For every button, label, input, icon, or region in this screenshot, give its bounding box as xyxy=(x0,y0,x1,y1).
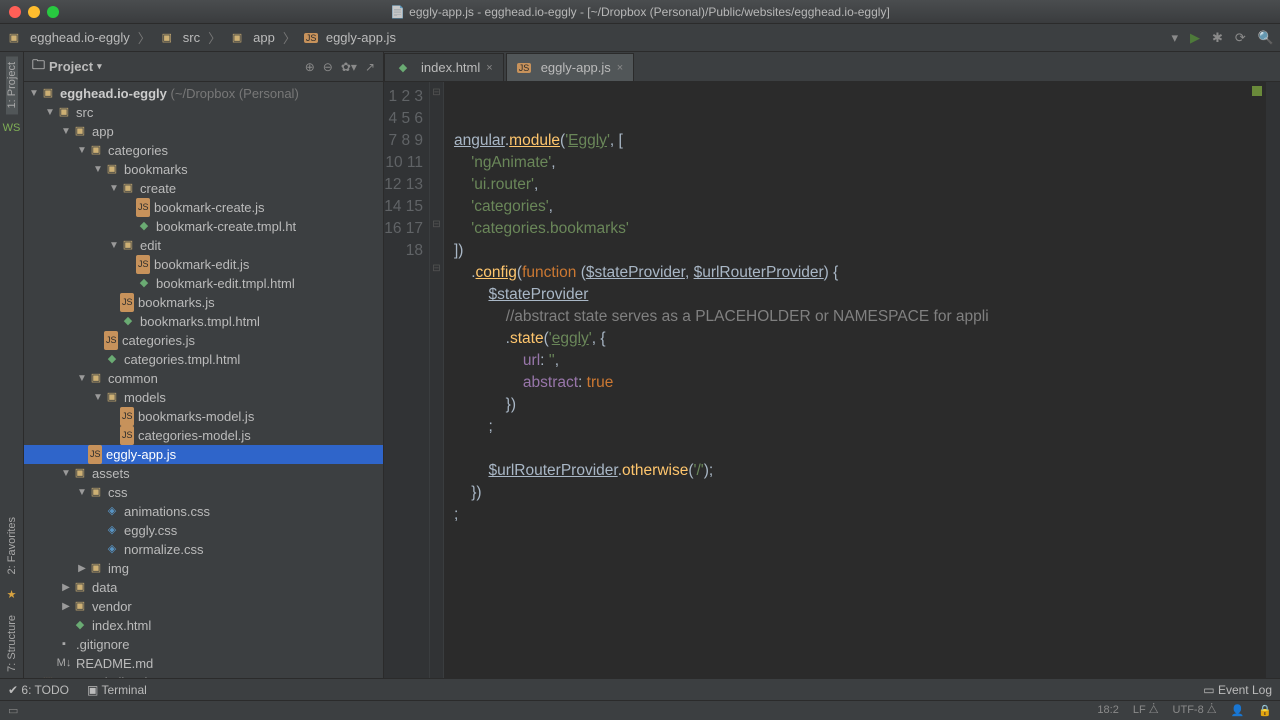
tree-folder[interactable]: ▶▣img xyxy=(24,559,383,578)
cursor-position: 18:2 xyxy=(1097,704,1118,717)
config-dropdown[interactable]: ▾ xyxy=(1171,30,1178,46)
tree-file-selected[interactable]: JSeggly-app.js xyxy=(24,445,383,464)
editor-area: ◆index.html× JSeggly-app.js× 1 2 3 4 5 6… xyxy=(384,52,1280,678)
tree-file[interactable]: JScategories.js xyxy=(24,331,383,350)
tree-folder[interactable]: ▼▣src xyxy=(24,103,383,122)
tab-index-html[interactable]: ◆index.html× xyxy=(384,53,504,81)
tree-folder[interactable]: ▼▣app xyxy=(24,122,383,141)
tree-folder[interactable]: ▶▣data xyxy=(24,578,383,597)
tree-file[interactable]: ▪.gitignore xyxy=(24,635,383,654)
window-titlebar: 📄eggly-app.js - egghead.io-eggly - [~/Dr… xyxy=(0,0,1280,24)
tree-file[interactable]: ◆categories.tmpl.html xyxy=(24,350,383,369)
event-log-tab[interactable]: ▭ Event Log xyxy=(1203,683,1272,697)
left-tool-rail: 1: Project WS 2: Favorites ★ 7: Structur… xyxy=(0,52,24,678)
project-panel-title[interactable]: 🗀 Project ▾ xyxy=(32,56,102,78)
tree-file[interactable]: JSbookmark-create.js xyxy=(24,198,383,217)
tree-folder[interactable]: ▼▣css xyxy=(24,483,383,502)
star-icon: ★ xyxy=(7,588,17,601)
tree-root[interactable]: ▼▣egghead.io-eggly (~/Dropbox (Personal) xyxy=(24,84,383,103)
breadcrumb-item[interactable]: ▣src xyxy=(159,30,200,45)
todo-tab[interactable]: ✔ 6: TODO xyxy=(8,683,69,697)
tree-file[interactable]: ◆bookmarks.tmpl.html xyxy=(24,312,383,331)
rail-favorites-tab[interactable]: 2: Favorites xyxy=(6,511,18,580)
debug-icon[interactable]: ✱ xyxy=(1212,30,1223,46)
search-icon[interactable]: 🔍 xyxy=(1258,30,1274,46)
status-bar: ▭ 18:2 LF ⧊ UTF-8 ⧊ 👤 🔒 xyxy=(0,700,1280,720)
line-separator[interactable]: LF ⧊ xyxy=(1133,704,1159,717)
rail-structure-tab[interactable]: 7: Structure xyxy=(6,609,18,678)
tree-file[interactable]: ◆bookmark-edit.tmpl.html xyxy=(24,274,383,293)
tree-file[interactable]: ◆index.html xyxy=(24,616,383,635)
hide-icon[interactable]: ↗ xyxy=(365,60,375,74)
breadcrumb-item[interactable]: ▣app xyxy=(229,30,275,45)
project-tree[interactable]: ▼▣egghead.io-eggly (~/Dropbox (Personal)… xyxy=(24,82,383,678)
code-editor[interactable]: 1 2 3 4 5 6 7 8 9 10 11 12 13 14 15 16 1… xyxy=(384,82,1280,678)
tree-file[interactable]: JSbookmarks.js xyxy=(24,293,383,312)
editor-tabbar: ◆index.html× JSeggly-app.js× xyxy=(384,52,1280,82)
tree-folder[interactable]: ▼▣assets xyxy=(24,464,383,483)
right-margin xyxy=(1266,82,1280,678)
window-title: 📄eggly-app.js - egghead.io-eggly - [~/Dr… xyxy=(0,5,1280,19)
rail-project-tab[interactable]: 1: Project xyxy=(6,56,18,114)
terminal-tab[interactable]: ▣ Terminal xyxy=(87,683,147,697)
close-icon[interactable]: × xyxy=(617,62,623,74)
file-encoding[interactable]: UTF-8 ⧊ xyxy=(1173,704,1217,717)
tree-folder[interactable]: ▼▣common xyxy=(24,369,383,388)
project-panel: 🗀 Project ▾ ⊕ ⊖ ✿▾ ↗ ▼▣egghead.io-eggly … xyxy=(24,52,384,678)
close-icon[interactable]: × xyxy=(486,62,492,74)
coverage-icon[interactable]: ⟳ xyxy=(1235,30,1246,46)
fold-column[interactable]: ⊟ ⊟⊟ xyxy=(430,82,444,678)
tree-file[interactable]: ◈eggly.css xyxy=(24,521,383,540)
tab-eggly-app-js[interactable]: JSeggly-app.js× xyxy=(506,53,635,81)
bottom-toolbar: ✔ 6: TODO ▣ Terminal ▭ Event Log xyxy=(0,678,1280,700)
code-content[interactable]: angular.module('Eggly', [ 'ngAnimate', '… xyxy=(444,82,1266,678)
tree-folder[interactable]: ▼▣create xyxy=(24,179,383,198)
analysis-marker xyxy=(1252,86,1262,96)
tree-file[interactable]: ◈animations.css xyxy=(24,502,383,521)
tree-file[interactable]: JSbookmark-edit.js xyxy=(24,255,383,274)
tree-folder[interactable]: ▼▣edit xyxy=(24,236,383,255)
tree-file[interactable]: JScategories-model.js xyxy=(24,426,383,445)
inspector-icon[interactable]: 👤 xyxy=(1231,704,1245,717)
tree-folder[interactable]: ▼▣models xyxy=(24,388,383,407)
webstorm-icon: WS xyxy=(3,122,21,134)
lock-icon[interactable]: 🔒 xyxy=(1258,704,1272,717)
tree-file[interactable]: JSbookmarks-model.js xyxy=(24,407,383,426)
breadcrumb-item[interactable]: ▣egghead.io-eggly xyxy=(6,30,130,45)
collapse-icon[interactable]: ⊕ xyxy=(305,60,315,74)
run-icon[interactable]: ▶ xyxy=(1190,30,1200,46)
gear-icon[interactable]: ✿▾ xyxy=(341,60,357,74)
tree-external-libs[interactable]: ▶⬚External Libraries xyxy=(24,673,383,678)
breadcrumb-item[interactable]: JSeggly-app.js xyxy=(304,30,396,45)
tree-folder[interactable]: ▼▣categories xyxy=(24,141,383,160)
tree-folder[interactable]: ▶▣vendor xyxy=(24,597,383,616)
tree-file[interactable]: ◆bookmark-create.tmpl.ht xyxy=(24,217,383,236)
status-hint-icon: ▭ xyxy=(8,704,18,717)
tree-file[interactable]: M↓README.md xyxy=(24,654,383,673)
breadcrumb: ▣egghead.io-eggly〉 ▣src〉 ▣app〉 JSeggly-a… xyxy=(0,24,1280,52)
tree-file[interactable]: ◈normalize.css xyxy=(24,540,383,559)
scroll-icon[interactable]: ⊖ xyxy=(323,60,333,74)
tree-folder[interactable]: ▼▣bookmarks xyxy=(24,160,383,179)
line-gutter: 1 2 3 4 5 6 7 8 9 10 11 12 13 14 15 16 1… xyxy=(384,82,430,678)
